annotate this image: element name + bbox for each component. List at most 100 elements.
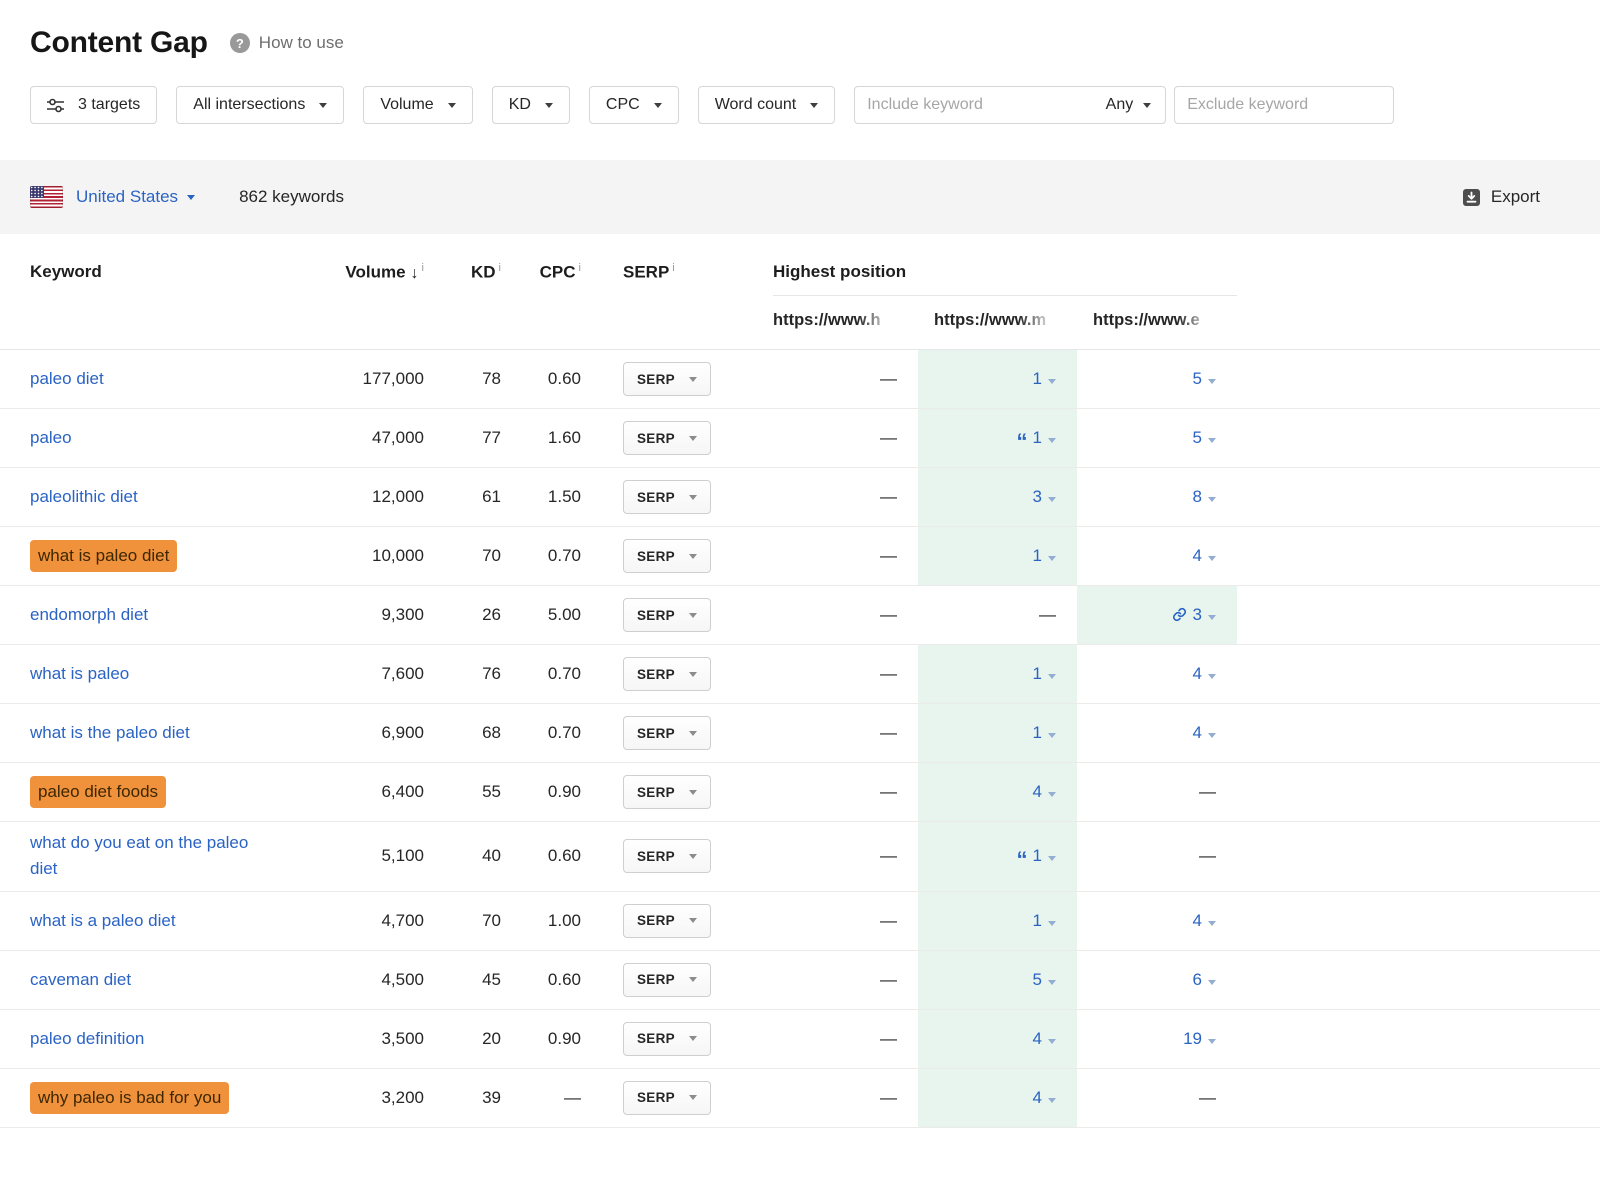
position-value[interactable]: 4 <box>1033 1088 1042 1107</box>
position-value[interactable]: 8 <box>1193 487 1202 506</box>
keyword-link[interactable]: what do you eat on the paleo diet <box>30 830 278 883</box>
volume-filter-dropdown[interactable]: Volume <box>363 86 472 124</box>
position-value[interactable]: 1 <box>1033 846 1042 865</box>
serp-button[interactable]: SERP <box>623 598 711 632</box>
position-value[interactable]: 1 <box>1033 369 1042 388</box>
position-value[interactable]: 4 <box>1033 782 1042 801</box>
export-button[interactable]: Export <box>1462 187 1540 207</box>
how-to-use-link[interactable]: How to use <box>259 33 344 53</box>
volume-value: 4,700 <box>330 891 424 950</box>
position-cell-target-2: 1 <box>918 645 1077 704</box>
serp-button[interactable]: SERP <box>623 1022 711 1056</box>
position-cell-target-3: 5 <box>1077 350 1237 409</box>
position-value[interactable]: 4 <box>1193 546 1202 565</box>
cpc-filter-dropdown[interactable]: CPC <box>589 86 679 124</box>
serp-button[interactable]: SERP <box>623 362 711 396</box>
cpc-value: 5.00 <box>501 586 581 645</box>
keyword-link[interactable]: what is a paleo diet <box>30 908 176 934</box>
no-position: — <box>880 723 897 742</box>
position-cell-target-1: — <box>773 645 918 704</box>
word-count-filter-dropdown[interactable]: Word count <box>698 86 836 124</box>
keyword-link[interactable]: what is paleo <box>30 661 129 687</box>
intersections-dropdown[interactable]: All intersections <box>176 86 344 124</box>
kd-filter-dropdown[interactable]: KD <box>492 86 570 124</box>
cpc-value: 0.60 <box>501 950 581 1009</box>
position-cell-target-1: — <box>773 891 918 950</box>
include-mode-label: Any <box>1106 96 1134 114</box>
include-keyword-input[interactable] <box>855 96 1091 114</box>
keyword-link[interactable]: caveman diet <box>30 967 131 993</box>
serp-button-label: SERP <box>637 913 675 928</box>
column-header-cpc[interactable]: CPCi <box>501 234 581 350</box>
position-cell-target-2: 1 <box>918 891 1077 950</box>
keyword-link[interactable]: what is paleo diet <box>30 540 177 572</box>
column-header-volume[interactable]: Volume↓i <box>330 234 424 350</box>
position-value[interactable]: 1 <box>1033 664 1042 683</box>
serp-button[interactable]: SERP <box>623 421 711 455</box>
position-value[interactable]: 1 <box>1033 428 1042 447</box>
position-value[interactable]: 3 <box>1033 487 1042 506</box>
kd-value: 20 <box>424 1009 501 1068</box>
serp-button[interactable]: SERP <box>623 480 711 514</box>
sort-desc-icon: ↓ <box>411 265 419 282</box>
info-icon: i <box>422 262 424 274</box>
keyword-link[interactable]: paleo definition <box>30 1026 144 1052</box>
help-icon[interactable]: ? <box>230 33 250 53</box>
serp-button[interactable]: SERP <box>623 539 711 573</box>
position-value[interactable]: 6 <box>1193 970 1202 989</box>
serp-button[interactable]: SERP <box>623 904 711 938</box>
chevron-down-icon <box>1048 733 1056 738</box>
position-value[interactable]: 1 <box>1033 723 1042 742</box>
kd-value: 70 <box>424 527 501 586</box>
position-value[interactable]: 5 <box>1193 428 1202 447</box>
chevron-down-icon <box>1208 674 1216 679</box>
position-value[interactable]: 4 <box>1193 723 1202 742</box>
kd-value: 78 <box>424 350 501 409</box>
keyword-link[interactable]: endomorph diet <box>30 602 148 628</box>
position-value[interactable]: 4 <box>1033 1029 1042 1048</box>
chevron-down-icon <box>1048 1098 1056 1103</box>
cpc-value: 0.70 <box>501 527 581 586</box>
targets-button[interactable]: 3 targets <box>30 86 157 124</box>
keyword-link[interactable]: paleo diet <box>30 366 104 392</box>
keyword-link[interactable]: paleo <box>30 425 72 451</box>
position-cell-target-3: 4 <box>1077 527 1237 586</box>
serp-button[interactable]: SERP <box>623 963 711 997</box>
position-value[interactable]: 5 <box>1033 970 1042 989</box>
no-position: — <box>1199 846 1216 865</box>
chevron-down-icon <box>1208 438 1216 443</box>
serp-button[interactable]: SERP <box>623 1081 711 1115</box>
serp-button[interactable]: SERP <box>623 839 711 873</box>
no-position: — <box>1199 1088 1216 1107</box>
keyword-link[interactable]: paleo diet foods <box>30 776 166 808</box>
chevron-down-icon <box>689 436 697 441</box>
serp-button[interactable]: SERP <box>623 716 711 750</box>
keywords-table: Keyword Volume↓i KDi CPCi SERPi Highest … <box>0 234 1600 1128</box>
keyword-link[interactable]: what is the paleo diet <box>30 720 190 746</box>
position-value[interactable]: 5 <box>1193 369 1202 388</box>
position-value[interactable]: 4 <box>1193 911 1202 930</box>
country-selector[interactable]: United States <box>76 187 195 207</box>
include-mode-dropdown[interactable]: Any <box>1092 96 1166 114</box>
chevron-down-icon <box>1208 556 1216 561</box>
position-value[interactable]: 1 <box>1033 546 1042 565</box>
no-position: — <box>880 664 897 683</box>
exclude-keyword-input[interactable] <box>1174 86 1394 124</box>
position-value[interactable]: 3 <box>1193 605 1202 624</box>
position-value[interactable]: 1 <box>1033 911 1042 930</box>
position-value[interactable]: 4 <box>1193 664 1202 683</box>
chevron-down-icon <box>1048 1039 1056 1044</box>
column-header-kd[interactable]: KDi <box>424 234 501 350</box>
position-value[interactable]: 19 <box>1183 1029 1202 1048</box>
chevron-down-icon <box>1208 1039 1216 1044</box>
position-cell-target-3: 5 <box>1077 409 1237 468</box>
no-position: — <box>880 970 897 989</box>
column-header-keyword[interactable]: Keyword <box>0 234 330 350</box>
keyword-link[interactable]: why paleo is bad for you <box>30 1082 229 1114</box>
keyword-link[interactable]: paleolithic diet <box>30 484 138 510</box>
serp-button[interactable]: SERP <box>623 775 711 809</box>
serp-button[interactable]: SERP <box>623 657 711 691</box>
position-cell-target-2: 1 <box>918 527 1077 586</box>
chevron-down-icon <box>689 854 697 859</box>
chevron-down-icon <box>1048 921 1056 926</box>
